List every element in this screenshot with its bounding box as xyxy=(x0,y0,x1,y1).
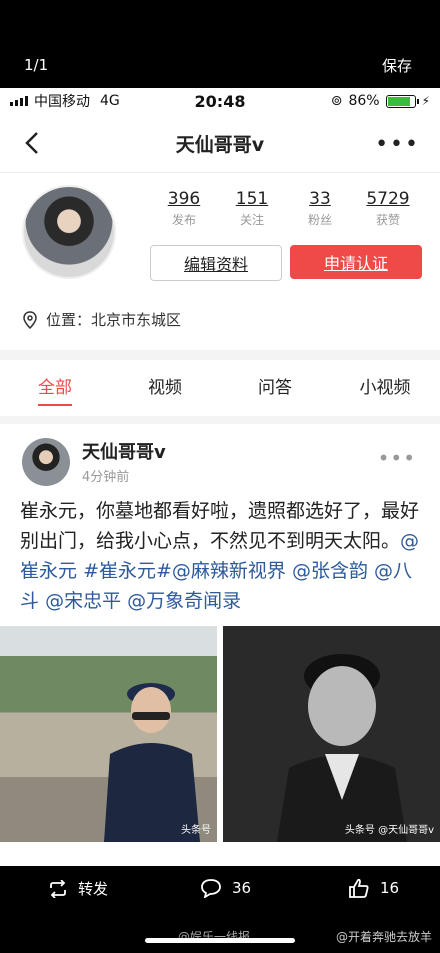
thumbs-up-icon xyxy=(349,878,369,898)
status-bar: 中国移动 4G 20:48 ⊚ 86% ⚡ xyxy=(0,88,440,114)
profile-nav-bar: 天仙哥哥v ••• xyxy=(0,114,440,173)
stat-value: 33 xyxy=(309,189,331,209)
page-title: 天仙哥哥v xyxy=(175,133,265,156)
tab-short-video[interactable]: 小视频 xyxy=(330,360,440,416)
stat-following[interactable]: 151 关注 xyxy=(218,189,286,228)
portrait-figure-illustration xyxy=(277,654,407,842)
back-arrow-icon[interactable] xyxy=(20,130,46,156)
stat-followers[interactable]: 33 粉丝 xyxy=(286,189,354,228)
comment-count: 36 xyxy=(232,879,252,897)
comment-button[interactable]: 36 xyxy=(200,878,251,898)
stat-label: 获赞 xyxy=(375,213,400,227)
hashtag-link[interactable]: #崔永元# xyxy=(83,560,172,582)
comment-icon xyxy=(201,879,221,898)
mention-link[interactable]: @张含韵 xyxy=(292,560,368,582)
viewer-bottom-bar: 转发 36 16 @娱乐一线报 @开着奔驰去放羊 xyxy=(0,866,440,953)
location-text: 位置：北京市东城区 xyxy=(46,311,182,329)
content-tabs: 全部 视频 问答 小视频 xyxy=(0,360,440,417)
profile-stats: 396 发布 151 关注 33 粉丝 5729 获赞 xyxy=(150,189,422,228)
battery-percent: 86% xyxy=(348,93,380,109)
post-body: 崔永元，你墓地都看好啦，遗照都选好了，最好别出门，给我小心点，不然见不到明天太阳… xyxy=(20,500,420,552)
post-image-portrait[interactable]: 头条号 @天仙哥哥v xyxy=(223,626,440,842)
watermark: 头条号 xyxy=(181,825,211,836)
mention-link[interactable]: @宋忠平 xyxy=(45,590,121,612)
post-text: 崔永元，你墓地都看好啦，遗照都选好了，最好别出门，给我小心点，不然见不到明天太阳… xyxy=(20,496,424,616)
like-button[interactable]: 16 xyxy=(348,878,399,898)
more-options-icon[interactable]: ••• xyxy=(375,132,420,157)
stat-value: 151 xyxy=(235,189,269,209)
post-more-icon[interactable]: ••• xyxy=(378,446,416,470)
tab-all[interactable]: 全部 xyxy=(0,360,110,416)
battery-icon xyxy=(385,94,419,108)
watermark: 头条号 @天仙哥哥v xyxy=(344,825,434,836)
stat-value: 396 xyxy=(167,189,201,209)
phone-screenshot: 中国移动 4G 20:48 ⊚ 86% ⚡ 天仙哥哥v ••• 396 发布 15… xyxy=(0,88,440,866)
stat-likes[interactable]: 5729 获赞 xyxy=(354,189,422,228)
repost-button[interactable]: 转发 xyxy=(48,878,108,899)
image-viewer-header: 1/1 保存 xyxy=(0,0,440,88)
signal-icon xyxy=(10,96,28,106)
carrier-name: 中国移动 xyxy=(34,94,90,110)
location-pin-icon xyxy=(23,310,37,329)
stat-posts[interactable]: 396 发布 xyxy=(150,189,218,228)
post-images: 头条号 头条号 @天仙哥哥v xyxy=(0,626,440,842)
section-divider xyxy=(0,416,440,424)
rotation-lock-icon: ⊚ xyxy=(330,93,343,109)
repost-icon xyxy=(50,879,66,898)
stat-value: 5729 xyxy=(366,189,410,209)
weibo-watermark: @开着奔驰去放羊 xyxy=(335,930,432,944)
man-figure-illustration xyxy=(104,683,200,842)
stat-label: 发布 xyxy=(171,213,196,227)
apply-verification-button[interactable]: 申请认证 xyxy=(290,245,422,279)
edit-profile-button[interactable]: 编辑资料 xyxy=(150,245,282,281)
post-time: 4分钟前 xyxy=(82,470,130,485)
mention-link[interactable]: @万象奇闻录 xyxy=(127,590,241,612)
image-counter: 1/1 xyxy=(24,56,49,74)
stat-label: 关注 xyxy=(239,213,264,227)
network-type: 4G xyxy=(100,93,120,109)
repost-label: 转发 xyxy=(78,880,109,898)
home-indicator[interactable] xyxy=(145,938,295,943)
section-divider xyxy=(0,350,440,360)
profile-header: 396 发布 151 关注 33 粉丝 5729 获赞 编辑资料 申请认证 xyxy=(0,173,440,281)
post-image-cemetery[interactable]: 头条号 xyxy=(0,626,217,842)
avatar[interactable] xyxy=(22,185,116,279)
post-author-name[interactable]: 天仙哥哥v xyxy=(82,438,166,464)
location-row: 位置：北京市东城区 xyxy=(22,309,181,330)
post-author-avatar[interactable] xyxy=(22,438,70,486)
stat-label: 粉丝 xyxy=(307,213,332,227)
tab-video[interactable]: 视频 xyxy=(110,360,220,416)
charging-icon: ⚡ xyxy=(421,94,430,108)
mention-link[interactable]: @麻辣新视界 xyxy=(172,560,286,582)
like-count: 16 xyxy=(380,879,400,897)
save-button[interactable]: 保存 xyxy=(382,55,412,76)
tab-qa[interactable]: 问答 xyxy=(220,360,330,416)
